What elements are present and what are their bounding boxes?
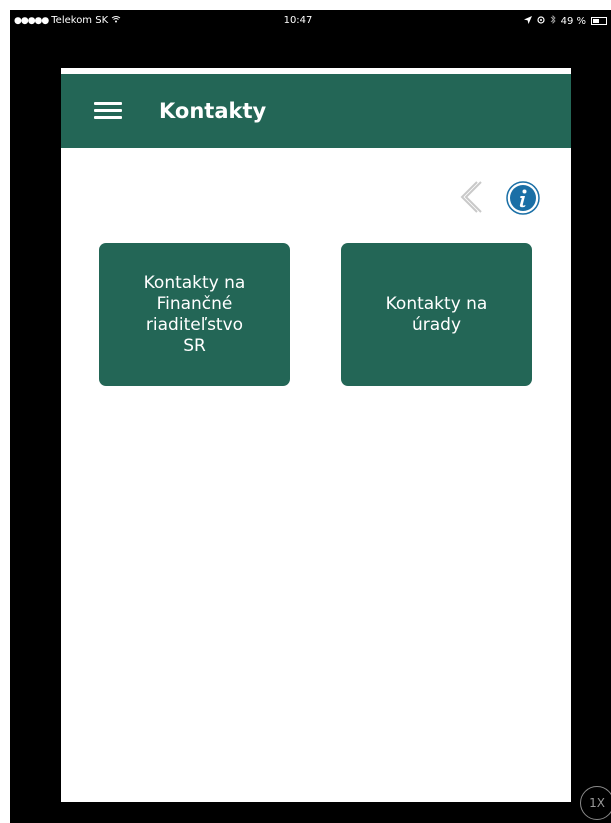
hamburger-menu-icon[interactable] — [94, 102, 122, 120]
alarm-icon — [536, 15, 545, 27]
status-bar: ●●●●● Telekom SK 10:47 49 % — [10, 10, 611, 32]
zoom-badge[interactable]: 1X — [580, 786, 611, 820]
status-time: 10:47 — [283, 15, 313, 26]
screen: ●●●●● Telekom SK 10:47 49 % Kontakty Kon… — [0, 0, 611, 823]
battery-icon — [591, 17, 607, 25]
bluetooth-icon — [550, 15, 556, 27]
app-window: Kontakty Kontakty na Finančné riaditeľst… — [61, 68, 571, 802]
location-arrow-icon — [523, 15, 532, 27]
tile-kontakty-financne-riaditelstvo[interactable]: Kontakty na Finančné riaditeľstvo SR — [99, 243, 290, 386]
tile-label: Kontakty na úrady — [385, 293, 488, 335]
app-header: Kontakty — [61, 74, 571, 148]
chevron-left-icon[interactable] — [455, 180, 485, 214]
page-title: Kontakty — [159, 99, 267, 123]
status-right: 49 % — [523, 15, 607, 27]
battery-percentage: 49 % — [560, 15, 586, 27]
tile-label: Kontakty na Finančné riaditeľstvo SR — [143, 272, 246, 356]
tile-kontakty-na-urady[interactable]: Kontakty na úrady — [341, 243, 532, 386]
info-icon[interactable] — [506, 181, 540, 215]
